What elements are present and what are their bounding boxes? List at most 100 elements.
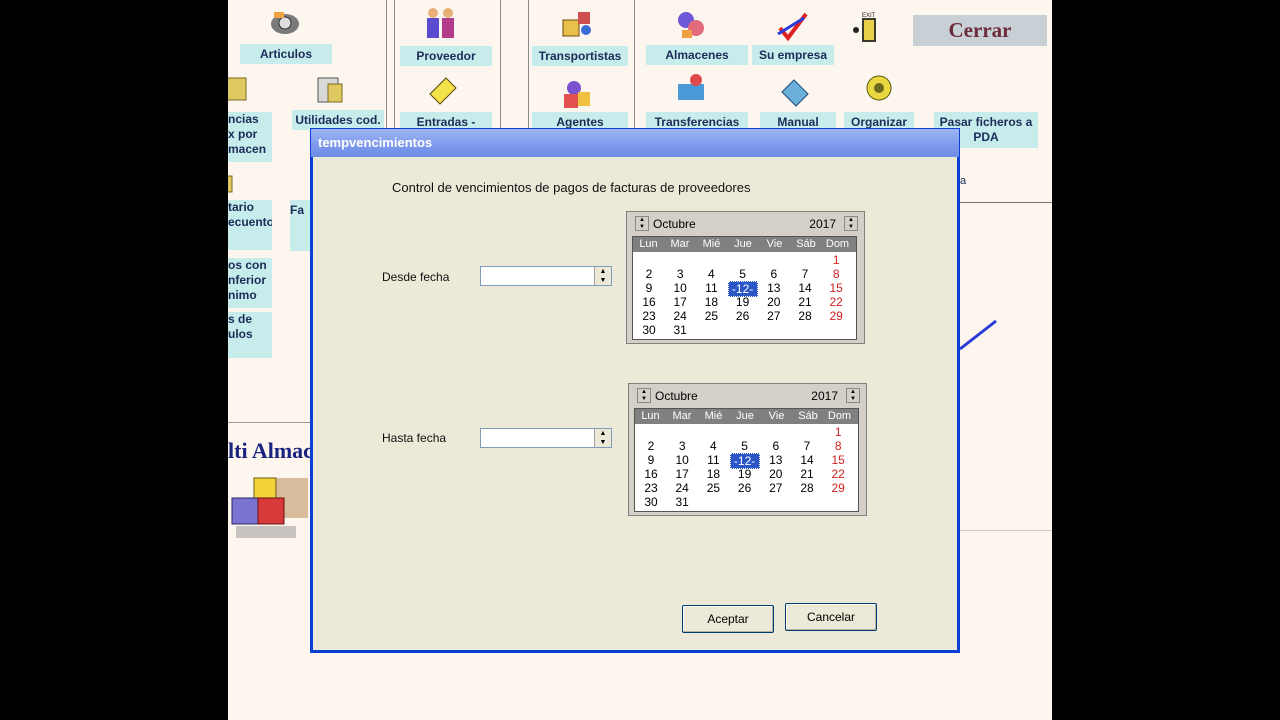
calendar-day[interactable]: 7 — [792, 439, 822, 453]
prev-month-icon[interactable]: ▲ ▼ — [635, 216, 649, 231]
tile-transportistas[interactable]: Transportistas — [532, 46, 628, 66]
calendar-day[interactable]: 11 — [698, 453, 728, 467]
from-calendar[interactable]: ▲ ▼ Octubre 2017 ▲ ▼ Lun Mar Mié Jue Vie Sáb Dom… — [626, 211, 865, 344]
calendar-day[interactable]: 24 — [667, 481, 697, 495]
calendar-day[interactable]: 23 — [636, 481, 666, 495]
to-calendar[interactable]: ▲ ▼ Octubre 2017 ▲ ▼ Lun Mar Mié Jue Vie Sáb Dom… — [628, 383, 867, 516]
calendar-day[interactable]: 9 — [634, 281, 664, 295]
calendar-day[interactable]: 11 — [696, 281, 726, 295]
tile-left-4[interactable]: s de ulos — [228, 312, 272, 358]
calendar-day[interactable]: 27 — [759, 309, 789, 323]
calendar-day[interactable]: 2 — [634, 267, 664, 281]
calendar-day[interactable]: 30 — [634, 323, 664, 337]
calendar-day[interactable]: 21 — [792, 467, 822, 481]
calendar-day[interactable]: 10 — [665, 281, 695, 295]
calendar-day[interactable]: 27 — [761, 481, 791, 495]
calendar-day[interactable]: 14 — [792, 453, 822, 467]
weekday-header: Lun Mar Mié Jue Vie Sáb Dom — [635, 409, 858, 424]
weekday-label: Vie — [768, 410, 785, 422]
from-date-field[interactable]: ▲ ▼ — [480, 266, 612, 286]
calendar-day[interactable]: 6 — [761, 439, 791, 453]
calendar-day[interactable]: 14 — [790, 281, 820, 295]
tile-utilidades[interactable]: Utilidades cod. — [292, 110, 384, 130]
calendar-month[interactable]: Octubre — [653, 217, 696, 231]
calendar-day[interactable]: 16 — [634, 295, 664, 309]
spin-down-icon[interactable]: ▼ — [595, 438, 611, 447]
tile-almacenes[interactable]: Almacenes — [646, 45, 748, 65]
calendar-day[interactable]: 13 — [759, 281, 789, 295]
calendar-day[interactable]: 28 — [792, 481, 822, 495]
calendar-day[interactable]: 10 — [667, 453, 697, 467]
calendar-day[interactable]: 24 — [665, 309, 695, 323]
calendar-day[interactable]: 25 — [698, 481, 728, 495]
spin-up-icon[interactable]: ▲ — [595, 267, 611, 276]
calendar-day[interactable]: 15 — [823, 453, 853, 467]
dialog-title[interactable]: tempvencimientos — [311, 129, 959, 157]
tile-partial-fa[interactable]: Fa — [290, 200, 310, 251]
calendar-month[interactable]: Octubre — [655, 389, 698, 403]
exit-icon[interactable]: EXIT — [848, 10, 882, 42]
calendar-day[interactable]: 17 — [667, 467, 697, 481]
calendar-day[interactable]: 5 — [728, 267, 758, 281]
calendar-day[interactable]: 26 — [728, 309, 758, 323]
calendar-day[interactable]: 15 — [821, 281, 851, 295]
transportistas-icon — [560, 8, 594, 40]
calendar-day[interactable]: 17 — [665, 295, 695, 309]
tile-left-3[interactable]: os con nferior nimo — [228, 258, 272, 308]
calendar-day[interactable]: 3 — [665, 267, 695, 281]
tile-left-1[interactable]: ncias x por macen — [228, 112, 272, 162]
calendar-day[interactable]: 29 — [823, 481, 853, 495]
calendar-day[interactable]: 6 — [759, 267, 789, 281]
calendar-day[interactable]: 2 — [636, 439, 666, 453]
calendar-day[interactable]: 18 — [696, 295, 726, 309]
calendar-day[interactable]: 20 — [759, 295, 789, 309]
calendar-day[interactable]: 13 — [761, 453, 791, 467]
brand-title: lti Almac — [228, 438, 313, 463]
blocks-logo — [230, 470, 310, 548]
calendar-day[interactable]: 5 — [730, 439, 760, 453]
calendar-day[interactable]: 7 — [790, 267, 820, 281]
calendar-day[interactable]: 31 — [667, 495, 697, 509]
cancel-button[interactable]: Cancelar — [785, 603, 877, 631]
calendar-day[interactable]: 8 — [821, 267, 851, 281]
prev-month-icon[interactable]: ▲ ▼ — [637, 388, 651, 403]
calendar-year[interactable]: 2017 — [809, 217, 836, 231]
tile-articulos[interactable]: Articulos — [240, 44, 332, 64]
calendar-day[interactable]: 18 — [698, 467, 728, 481]
calendar-day[interactable]: 16 — [636, 467, 666, 481]
calendar-day[interactable]: 22 — [821, 295, 851, 309]
to-date-spinner[interactable]: ▲ ▼ — [594, 429, 611, 447]
calendar-day[interactable]: 19 — [730, 467, 760, 481]
calendar-day[interactable]: 3 — [667, 439, 697, 453]
calendar-day[interactable]: 1 — [823, 425, 853, 439]
calendar-day[interactable]: 20 — [761, 467, 791, 481]
calendar-day[interactable]: 31 — [665, 323, 695, 337]
calendar-day[interactable]: 28 — [790, 309, 820, 323]
from-date-spinner[interactable]: ▲ ▼ — [594, 267, 611, 285]
calendar-day[interactable]: 4 — [696, 267, 726, 281]
close-button[interactable]: Cerrar — [913, 15, 1047, 46]
calendar-day[interactable]: 8 — [823, 439, 853, 453]
folder-small-icon — [228, 172, 236, 196]
calendar-day[interactable]: 21 — [790, 295, 820, 309]
calendar-day[interactable]: 29 — [821, 309, 851, 323]
calendar-day[interactable]: 4 — [698, 439, 728, 453]
tile-left-2[interactable]: tario ecuento — [228, 200, 272, 250]
calendar-day[interactable]: 1 — [821, 253, 851, 267]
year-spinner-icon[interactable]: ▲ ▼ — [844, 216, 858, 231]
to-date-field[interactable]: ▲ ▼ — [480, 428, 612, 448]
year-spinner-icon[interactable]: ▲ ▼ — [846, 388, 860, 403]
spin-down-icon[interactable]: ▼ — [595, 276, 611, 285]
tile-su-empresa[interactable]: Su empresa — [752, 45, 834, 65]
calendar-day[interactable]: 25 — [696, 309, 726, 323]
calendar-year[interactable]: 2017 — [811, 389, 838, 403]
calendar-day[interactable]: 30 — [636, 495, 666, 509]
accept-button[interactable]: Aceptar — [682, 605, 774, 633]
calendar-day[interactable]: 22 — [823, 467, 853, 481]
tile-proveedor[interactable]: Proveedor — [400, 46, 492, 66]
calendar-day[interactable]: 9 — [636, 453, 666, 467]
spin-up-icon[interactable]: ▲ — [595, 429, 611, 438]
calendar-day[interactable]: 19 — [728, 295, 758, 309]
calendar-day[interactable]: 23 — [634, 309, 664, 323]
calendar-day[interactable]: 26 — [730, 481, 760, 495]
